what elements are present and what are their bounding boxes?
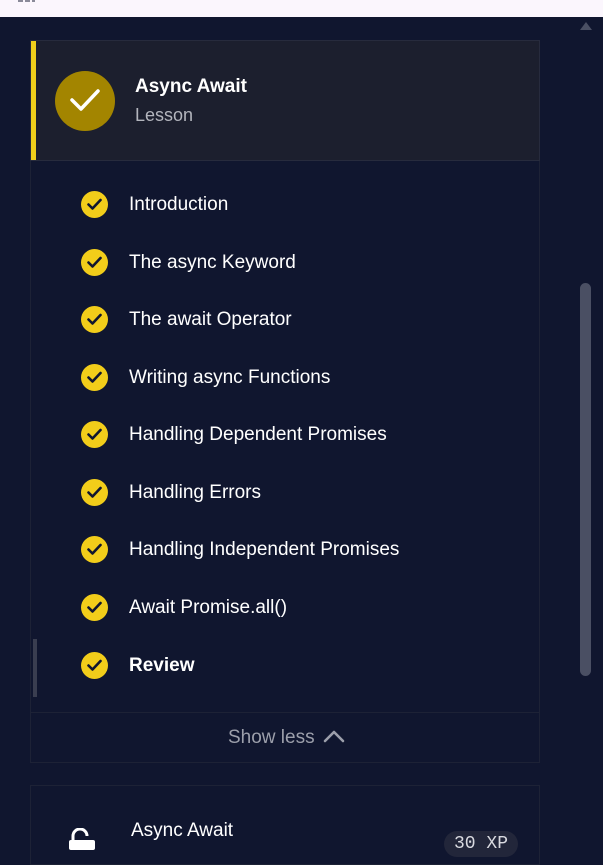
check-icon — [81, 479, 108, 506]
lesson-items-list: Introduction The async Keyword The await… — [30, 161, 540, 712]
item-label: Introduction — [129, 194, 229, 215]
lesson-type: Lesson — [135, 105, 194, 125]
item-label: Review — [129, 655, 195, 676]
item-label: The await Operator — [129, 309, 292, 330]
list-item-await-operator[interactable]: The await Operator — [31, 300, 539, 340]
scroll-up-arrow-icon[interactable] — [580, 22, 592, 30]
check-icon — [81, 652, 108, 679]
window-icon — [18, 0, 36, 2]
item-label: Await Promise.all() — [129, 597, 288, 618]
check-icon — [81, 191, 108, 218]
list-item-writing-async-functions[interactable]: Writing async Functions — [31, 358, 539, 398]
lesson-title: Async Await — [135, 76, 247, 97]
check-icon — [81, 249, 108, 276]
list-item-introduction[interactable]: Introduction — [31, 185, 539, 225]
list-item-review[interactable]: Review — [31, 646, 539, 686]
active-accent-bar — [31, 41, 36, 160]
lesson-complete-icon — [55, 71, 115, 131]
check-icon — [81, 364, 108, 391]
check-icon — [81, 421, 108, 448]
list-item-async-keyword[interactable]: The async Keyword — [31, 243, 539, 283]
list-item-independent-promises[interactable]: Handling Independent Promises — [31, 530, 539, 570]
scrollbar-thumb[interactable] — [580, 283, 591, 676]
lesson-header-card[interactable]: Async Await Lesson — [30, 40, 540, 161]
check-icon — [81, 306, 108, 333]
list-item-handling-errors[interactable]: Handling Errors — [31, 473, 539, 513]
xp-badge: 30 XP — [444, 831, 519, 857]
item-label: The async Keyword — [129, 252, 296, 273]
show-less-button[interactable]: Show less — [30, 712, 540, 763]
unlock-icon — [69, 828, 95, 850]
show-less-label: Show less — [228, 727, 315, 748]
list-item-promise-all[interactable]: Await Promise.all() — [31, 588, 539, 628]
chevron-up-icon — [323, 730, 345, 743]
list-item-dependent-promises[interactable]: Handling Dependent Promises — [31, 415, 539, 455]
item-label: Handling Errors — [129, 482, 261, 503]
check-icon — [81, 594, 108, 621]
next-lesson-card[interactable]: Async Await 30 XP — [30, 785, 540, 865]
item-label: Handling Independent Promises — [129, 539, 400, 560]
item-label: Writing async Functions — [129, 367, 331, 388]
browser-top-strip — [0, 0, 603, 17]
item-label: Handling Dependent Promises — [129, 424, 387, 445]
next-lesson-title: Async Await — [131, 820, 234, 841]
check-icon — [81, 536, 108, 563]
